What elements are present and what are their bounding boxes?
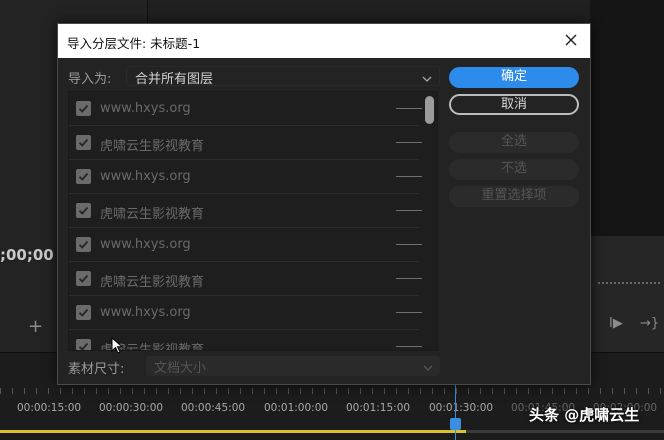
dialog-title: 导入分层文件: 未标题-1 [67, 36, 201, 51]
mouse-cursor-icon [111, 337, 123, 354]
ruler-label: 00:00:30:00 [99, 402, 164, 414]
chevron-down-icon [422, 359, 434, 378]
checkmark-icon [78, 240, 89, 249]
work-area-bar[interactable] [0, 430, 466, 433]
ruler-label: 00:01:30:00 [429, 402, 494, 414]
select-none-button[interactable]: 不选 [449, 159, 579, 180]
ruler-label: 00:01:15:00 [346, 402, 411, 414]
source-timecode: ;00;00 [0, 246, 54, 264]
layer-name: 虎啸云生影视教育 [100, 207, 205, 222]
layer-value [396, 278, 422, 279]
layer-checkbox[interactable] [76, 305, 91, 320]
checkmark-icon [78, 172, 89, 181]
footage-size-label: 素材尺寸: [68, 362, 125, 377]
layer-checkbox[interactable] [76, 135, 91, 150]
checkmark-icon [78, 274, 89, 283]
list-item[interactable]: www.hxys.org [69, 296, 422, 330]
checkmark-icon [78, 308, 89, 317]
layer-value [396, 108, 422, 109]
timeline-track [466, 430, 664, 433]
layer-name: www.hxys.org [100, 101, 191, 116]
layer-checkbox[interactable] [76, 339, 91, 350]
checkmark-icon [78, 104, 89, 113]
import-layered-file-dialog: 导入分层文件: 未标题-1 导入为: 合并所有图层 www.hxys.org 虎… [57, 23, 591, 385]
layer-checkbox[interactable] [76, 169, 91, 184]
list-item[interactable]: 虎啸云生影视教育 [69, 262, 422, 296]
checkmark-icon [78, 342, 89, 350]
watermark: 头条 @虎啸云生 [529, 406, 640, 424]
checkmark-icon [78, 138, 89, 147]
dialog-titlebar[interactable]: 导入分层文件: 未标题-1 [58, 24, 590, 58]
layer-value [396, 210, 422, 211]
layer-name: 虎啸云生影视教育 [100, 139, 205, 154]
program-monitor-panel [590, 0, 664, 236]
layer-checkbox[interactable] [76, 237, 91, 252]
layer-name: www.hxys.org [100, 169, 191, 184]
layer-name: 虎啸云生影视教育 [100, 275, 205, 290]
program-controls-panel [590, 236, 664, 352]
ruler-label: 00:01:00:00 [264, 402, 329, 414]
ruler-label: 00:00:45:00 [181, 402, 246, 414]
list-item[interactable]: 虎啸云生影视教育 [69, 194, 422, 228]
layer-checkbox[interactable] [76, 203, 91, 218]
footage-size-select[interactable]: 文档大小 [146, 356, 440, 376]
add-button[interactable]: + [28, 316, 43, 337]
list-item[interactable]: 虎啸云生影视教育 [69, 126, 422, 160]
footage-size-value: 文档大小 [154, 361, 207, 376]
scrollbar-thumb[interactable] [425, 96, 434, 124]
close-button[interactable] [560, 29, 582, 51]
layer-value [396, 142, 422, 143]
import-as-label: 导入为: [68, 72, 112, 87]
layer-checkbox[interactable] [76, 271, 91, 286]
layer-name: www.hxys.org [100, 237, 191, 252]
layer-value [396, 346, 422, 347]
layer-list[interactable]: www.hxys.org 虎啸云生影视教育 www.hxys.org 虎啸云生影… [68, 91, 438, 351]
chevron-down-icon [421, 70, 433, 89]
reset-selection-button[interactable]: 重置选择项 [449, 186, 579, 207]
scrollbar[interactable] [421, 92, 435, 350]
close-icon [565, 34, 577, 46]
import-as-select[interactable]: 合并所有图层 [126, 66, 440, 89]
ruler-label: 00:00:15:00 [17, 402, 82, 414]
layer-value [396, 176, 422, 177]
layer-name: www.hxys.org [100, 305, 191, 320]
layer-checkbox[interactable] [76, 101, 91, 116]
monitor-ruler [598, 282, 660, 284]
playhead-handle[interactable] [450, 418, 461, 430]
go-to-out-button[interactable]: →} [640, 316, 659, 331]
list-item[interactable]: www.hxys.org [69, 228, 422, 262]
list-item[interactable]: www.hxys.org [69, 160, 422, 194]
import-as-value: 合并所有图层 [135, 72, 214, 87]
layer-value [396, 244, 422, 245]
timeline-ruler[interactable] [0, 388, 664, 394]
list-item[interactable]: www.hxys.org [69, 92, 422, 126]
select-all-button[interactable]: 全选 [449, 132, 579, 153]
layer-value [396, 312, 422, 313]
step-forward-button[interactable]: I▶ [609, 316, 623, 331]
checkmark-icon [78, 206, 89, 215]
ok-button[interactable]: 确定 [449, 67, 579, 88]
cancel-button[interactable]: 取消 [449, 94, 579, 115]
